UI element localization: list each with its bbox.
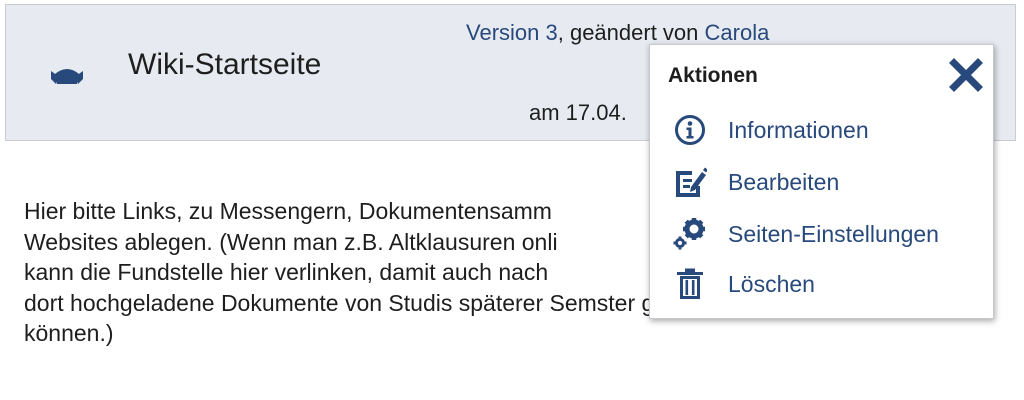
menu-item-label: Löschen (728, 270, 815, 297)
menu-item-seiten-einstellungen[interactable]: Seiten-Einstellungen (672, 217, 939, 251)
settings-icon (672, 217, 708, 251)
menu-item-informationen[interactable]: Informationen (672, 113, 869, 147)
trash-icon (672, 267, 708, 301)
author-link[interactable]: Carola (705, 20, 770, 45)
page-title: Wiki-Startseite (128, 48, 322, 81)
menu-item-label: Informationen (728, 116, 869, 143)
info-icon (672, 113, 708, 147)
menu-item-label: Seiten-Einstellungen (728, 220, 939, 247)
version-link[interactable]: Version 3 (466, 20, 558, 45)
version-info: Version 3, geändert von Carola (466, 20, 769, 46)
close-icon[interactable] (948, 57, 984, 93)
edit-icon (672, 165, 708, 199)
actions-popup: Aktionen Informationen Bearbeiten Seiten… (649, 44, 994, 319)
change-date: am 17.04. (529, 100, 627, 125)
menu-item-bearbeiten[interactable]: Bearbeiten (672, 165, 839, 199)
actions-title: Aktionen (668, 64, 758, 87)
content-line: können.) (24, 320, 114, 346)
wiki-icon (51, 69, 83, 84)
changed-by-text: , geändert von (557, 20, 705, 45)
menu-item-loeschen[interactable]: Löschen (672, 267, 815, 301)
menu-item-label: Bearbeiten (728, 168, 840, 195)
